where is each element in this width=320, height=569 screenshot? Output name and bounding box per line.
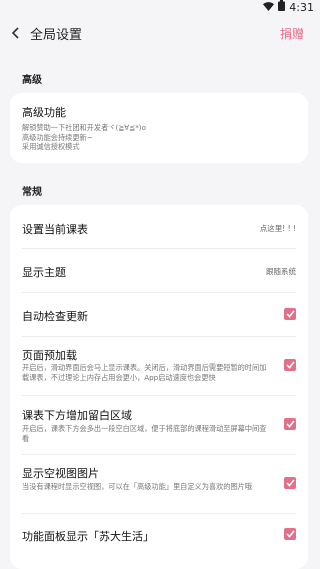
general-card: 设置当前课表 点这里! ! ! 显示主题 跟随系统 自动检查更新 页面预加载 开…: [10, 205, 308, 569]
advanced-desc-line: 高级功能会持续更新~: [22, 132, 93, 142]
setting-title: 功能面板显示「苏大生活」: [22, 530, 154, 543]
wifi-icon: [263, 1, 275, 14]
setting-value: 点这里! ! !: [259, 224, 296, 233]
check-icon: [285, 310, 295, 318]
setting-desc: 开启后，课表下方会多出一段空白区域，便于将底部的课程滑动至屏幕中间查看: [22, 424, 267, 443]
setting-title: 课表下方增加留白区域: [22, 409, 132, 422]
setting-row-current-timetable[interactable]: 设置当前课表 点这里! ! !: [22, 205, 296, 249]
donate-button[interactable]: 捐赠: [280, 25, 304, 42]
checkbox[interactable]: [284, 359, 296, 371]
setting-row-empty-view-image[interactable]: 显示空视图图片 当没有课程时显示空视图，可以在「高级功能」里自定义为喜欢的图片哦: [22, 455, 296, 514]
check-icon: [285, 361, 295, 369]
setting-row-preload[interactable]: 页面预加载 开启后，滑动界面后会马上显示课表。关闭后，滑动界面后需要短暂的时间加…: [22, 337, 296, 396]
setting-row-theme[interactable]: 显示主题 跟随系统: [22, 249, 296, 293]
top-app-bar: 全局设置 捐赠: [0, 17, 320, 49]
section-title-general: 常规: [22, 187, 42, 198]
setting-row-bottom-space[interactable]: 课表下方增加留白区域 开启后，课表下方会多出一段空白区域，便于将底部的课程滑动至…: [22, 396, 296, 455]
checkbox[interactable]: [284, 528, 296, 540]
check-icon: [285, 420, 295, 428]
advanced-desc-line: 解锁赞助一下社团和开发者ヾ(≧∀≦*)o: [22, 123, 146, 132]
setting-title: 设置当前课表: [22, 223, 88, 236]
setting-title: 显示主题: [22, 266, 66, 279]
setting-desc: 开启后，滑动界面后会马上显示课表。关闭后，滑动界面后需要短暂的时间加载课表，不过…: [22, 363, 267, 382]
back-arrow-icon[interactable]: [5, 22, 27, 44]
battery-icon: [278, 0, 286, 14]
setting-title: 显示空视图图片: [22, 467, 99, 480]
status-bar: 4:31: [0, 0, 320, 14]
advanced-desc-line: 采用诚信授权模式: [22, 142, 80, 151]
setting-row-auto-update[interactable]: 自动检查更新: [22, 293, 296, 337]
checkbox[interactable]: [284, 308, 296, 320]
advanced-feature-desc: 解锁赞助一下社团和开发者ヾ(≧∀≦*)o 高级功能会持续更新~ 采用诚信授权模式: [22, 123, 146, 152]
section-title-advanced: 高级: [22, 75, 42, 86]
clock-time: 4:31: [289, 0, 314, 14]
setting-desc: 当没有课程时显示空视图，可以在「高级功能」里自定义为喜欢的图片哦: [22, 482, 253, 491]
check-icon: [285, 479, 295, 487]
page-title: 全局设置: [30, 27, 83, 43]
check-icon: [285, 530, 295, 538]
setting-row-su-life[interactable]: 功能面板显示「苏大生活」: [22, 514, 296, 557]
advanced-feature-title: 高级功能: [22, 106, 66, 119]
setting-title: 页面预加载: [22, 349, 77, 362]
setting-title: 自动检查更新: [22, 310, 88, 323]
checkbox[interactable]: [284, 477, 296, 489]
setting-value: 跟随系统: [266, 267, 296, 276]
checkbox[interactable]: [284, 418, 296, 430]
advanced-card[interactable]: 高级功能 解锁赞助一下社团和开发者ヾ(≧∀≦*)o 高级功能会持续更新~ 采用诚…: [10, 93, 308, 163]
